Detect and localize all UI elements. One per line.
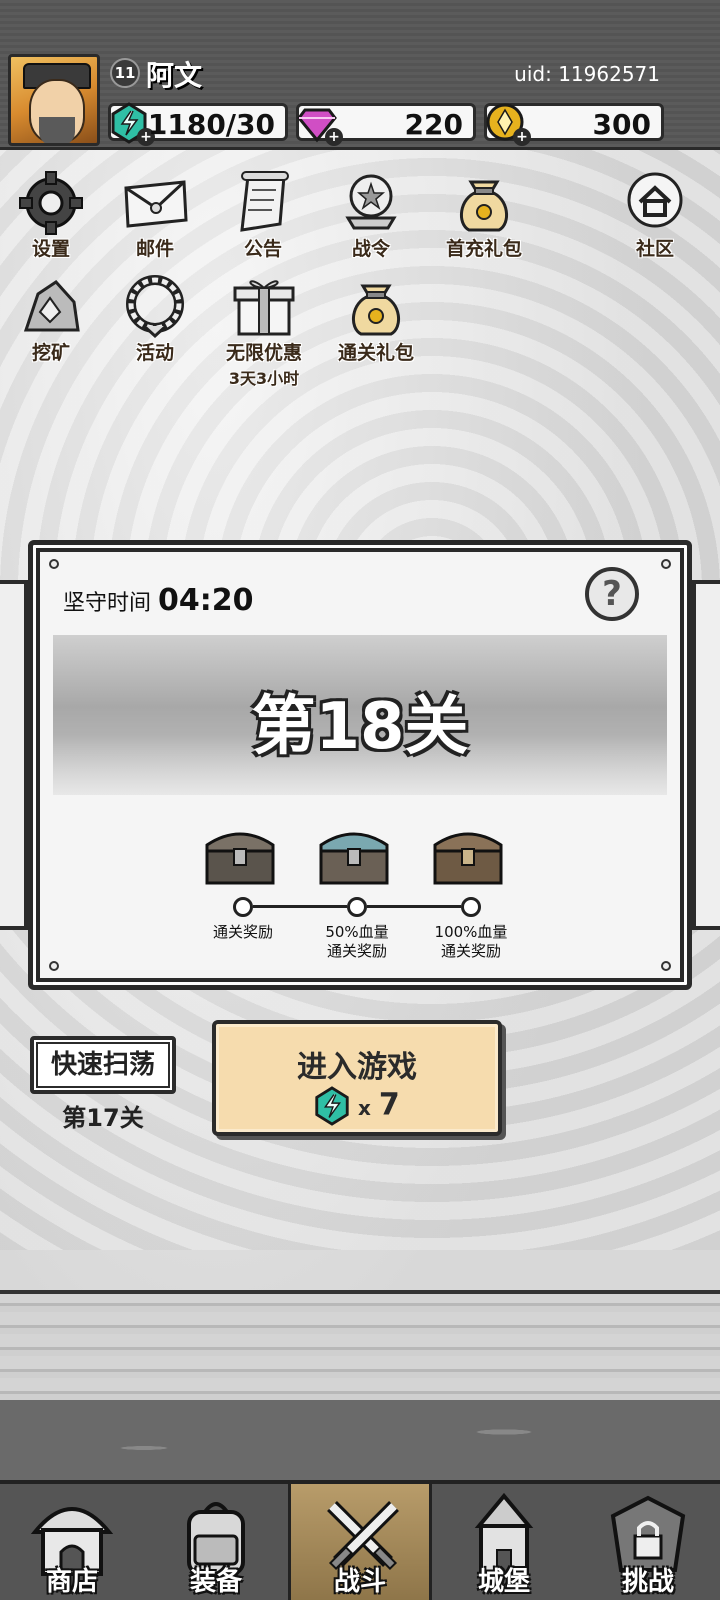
rivet [661,559,671,569]
menu-settings[interactable]: 设置 [6,168,96,261]
rivet [661,961,671,971]
stage-panel: 坚守时间 04:20 ? 第18关 通关奖励 50%血量 通关奖励 100%血量… [28,540,692,990]
reward-chest-icon[interactable] [317,823,391,887]
gold-resource[interactable]: + 300 [484,103,664,146]
menu-label: 首充礼包 [445,238,522,260]
tab-label: 战斗 [333,1567,386,1597]
menu-mail[interactable]: 邮件 [110,168,200,261]
menu-label: 通关礼包 [337,342,414,364]
gold-value: 300 [592,108,651,141]
battle-pass-icon [345,174,397,230]
menu-label: 活动 [135,342,174,364]
reward-label-clear: 通关奖励 [188,923,298,942]
energy-gem-icon [315,1086,349,1126]
menu-label: 无限优惠 [225,342,302,364]
offer-countdown: 3天3小时 [228,369,300,388]
progress-node [233,897,253,917]
enter-game-button[interactable]: 进入游戏 x7 [212,1020,502,1136]
add-gold-button[interactable]: + [513,128,531,146]
reward-line: 100%血量 [434,923,508,941]
progress-line [367,905,461,908]
tab-label: 装备 [189,1567,242,1597]
player-level-badge: 11 [110,58,140,88]
reward-line: 通关奖励 [440,942,501,960]
energy-value: 1180/30 [147,108,275,141]
progress-node [347,897,367,917]
bottom-nav: 商店 装备 战斗 城堡 挑战 [0,1480,720,1600]
mail-icon [124,180,188,228]
top-bar: 11 阿文 uid: 11962571 + 1180/30 + 220 + 30… [0,0,720,150]
tab-label: 商店 [45,1567,98,1597]
progress-node [461,897,481,917]
reward-line: 通关奖励 [212,923,273,941]
reward-chest-icon[interactable] [203,823,277,887]
tab-equipment[interactable]: 装备 [144,1484,288,1600]
player-avatar[interactable] [8,54,100,146]
quick-sweep-button[interactable]: 快速扫荡 [30,1036,176,1094]
menu-events[interactable]: 活动 [110,272,200,365]
mining-icon [23,280,80,332]
home-icon [627,172,683,228]
cost-value: 7 [378,1087,400,1123]
energy-resource[interactable]: + 1180/30 [108,102,288,146]
next-stage-panel[interactable] [692,580,720,930]
menu-label: 战令 [351,238,390,260]
menu-community[interactable]: 社区 [610,168,700,261]
gear-icon [19,171,83,235]
menu-battle-pass[interactable]: 战令 [326,168,416,261]
tab-challenge[interactable]: 挑战 [576,1484,720,1600]
gift-bag-icon [460,180,508,232]
diamond-resource[interactable]: + 220 [296,103,476,146]
tab-shop[interactable]: 商店 [0,1484,144,1600]
rivet [49,961,59,971]
avatar-beard [39,117,75,143]
wooden-fence [0,1290,720,1400]
reward-label-50hp: 50%血量 通关奖励 [302,923,412,961]
gift-box-icon [233,280,295,336]
help-button[interactable]: ? [585,567,639,621]
tab-battle[interactable]: 战斗 [288,1484,432,1600]
menu-label: 公告 [243,238,282,260]
diamond-value: 220 [404,108,463,141]
rivet [49,559,59,569]
player-uid: uid: 11962571 [514,62,660,86]
reward-chest-icon[interactable] [431,823,505,887]
enter-cost: x7 [312,1086,400,1126]
reward-line: 50%血量 [325,923,389,941]
reward-line: 通关奖励 [326,942,387,960]
add-diamond-button[interactable]: + [325,128,343,146]
menu-first-recharge[interactable]: 首充礼包 [434,168,534,261]
menu-mining[interactable]: 挖矿 [6,272,96,365]
sweep-stage-label: 第17关 [62,1104,144,1132]
wreath-icon [126,275,184,339]
enter-game-label: 进入游戏 [297,1050,417,1085]
menu-label: 邮件 [135,238,174,260]
menu-unlimited-offer[interactable]: 无限优惠 3天3小时 [214,272,314,389]
player-name: 阿文 [146,59,203,92]
gift-bag-icon [352,284,400,336]
stage-title: 第18关 [251,690,469,764]
tab-label: 挑战 [621,1567,674,1597]
cost-multiplier: x [358,1095,371,1120]
menu-label: 设置 [31,238,70,260]
defend-label: 坚守时间 [63,591,152,616]
previous-stage-panel[interactable] [0,580,28,930]
menu-notice[interactable]: 公告 [218,168,308,261]
defend-time: 坚守时间 04:20 [63,583,254,618]
menu-label: 挖矿 [31,342,70,364]
progress-line [253,905,347,908]
scroll-icon [240,171,289,232]
tab-castle[interactable]: 城堡 [432,1484,576,1600]
defend-time-value: 04:20 [158,583,254,618]
menu-clear-pack[interactable]: 通关礼包 [326,272,426,365]
tab-label: 城堡 [477,1567,530,1597]
reward-label-100hp: 100%血量 通关奖励 [416,923,526,961]
menu-label: 社区 [635,238,674,260]
stone-ground [0,1400,720,1480]
